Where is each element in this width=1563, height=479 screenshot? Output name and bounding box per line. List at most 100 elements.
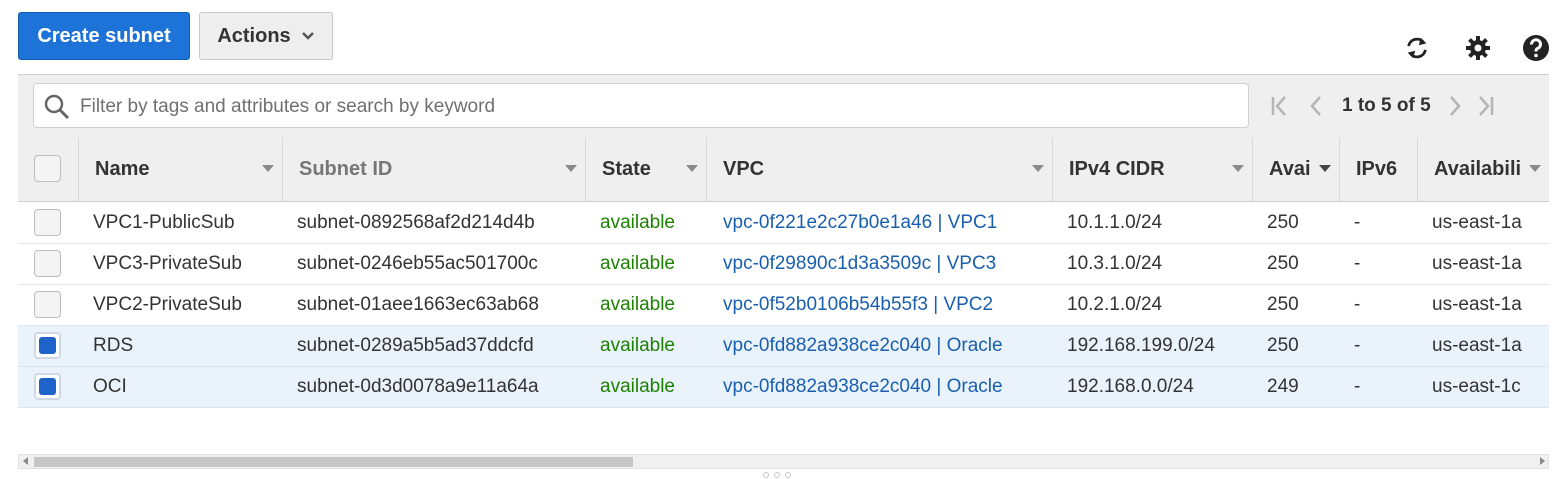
sort-caret-icon <box>1319 165 1331 172</box>
state-text: available <box>600 335 675 356</box>
table-row-selected[interactable]: OCI subnet-0d3d0078a9e11a64a available v… <box>18 367 1549 408</box>
row-checkbox-checked[interactable] <box>34 332 61 359</box>
column-label: Subnet ID <box>299 158 393 180</box>
subnet-name: VPC3-PrivateSub <box>93 253 242 274</box>
select-all-cell <box>18 138 78 201</box>
row-checkbox-checked[interactable] <box>34 373 61 400</box>
vpc-link[interactable]: vpc-0fd882a938ce2c040 | Oracle <box>723 326 1003 366</box>
availability-zone: us-east-1a <box>1432 294 1522 315</box>
state-text: available <box>600 253 675 274</box>
ipv6-cidr: - <box>1354 212 1361 233</box>
select-all-checkbox[interactable] <box>34 155 61 182</box>
ipv6-cidr: - <box>1354 294 1361 315</box>
horizontal-scrollbar[interactable] <box>18 454 1549 469</box>
help-icon[interactable] <box>1522 34 1550 62</box>
ipv4-cidr: 10.3.1.0/24 <box>1067 253 1163 274</box>
previous-page-icon[interactable] <box>1306 94 1326 118</box>
column-label: Name <box>95 158 150 180</box>
subnet-name: OCI <box>93 376 127 397</box>
chevron-down-icon <box>301 32 314 40</box>
sort-caret-icon <box>1032 165 1044 172</box>
availability-zone: us-east-1a <box>1432 335 1522 356</box>
grip-dot <box>785 472 791 478</box>
sort-caret-icon <box>262 165 274 172</box>
last-page-icon[interactable] <box>1473 94 1497 118</box>
column-header-name[interactable]: Name <box>78 138 282 201</box>
column-header-ipv6[interactable]: IPv6 <box>1339 138 1417 201</box>
column-header-subnet-id[interactable]: Subnet ID <box>282 138 585 201</box>
vpc-link[interactable]: vpc-0f52b0106b54b55f3 | VPC2 <box>723 285 993 325</box>
grip-dot <box>774 472 780 478</box>
filter-bar: 1 to 5 of 5 <box>18 75 1549 138</box>
ipv4-cidr: 10.2.1.0/24 <box>1067 294 1163 315</box>
ipv6-cidr: - <box>1354 253 1361 274</box>
scroll-right-arrow-icon[interactable] <box>1540 457 1545 465</box>
available-ips: 250 <box>1267 294 1299 315</box>
row-checkbox[interactable] <box>34 291 61 318</box>
sort-caret-icon <box>686 165 698 172</box>
state-text: available <box>600 212 675 233</box>
column-header-vpc[interactable]: VPC <box>706 138 1052 201</box>
subnet-id: subnet-0892568af2d214d4b <box>297 212 535 233</box>
column-label: Avai <box>1269 158 1311 180</box>
pagination: 1 to 5 of 5 <box>1268 83 1497 128</box>
state-text: available <box>600 376 675 397</box>
ipv4-cidr: 10.1.1.0/24 <box>1067 212 1163 233</box>
subnet-id: subnet-0d3d0078a9e11a64a <box>297 376 539 397</box>
ipv4-cidr: 192.168.199.0/24 <box>1067 335 1215 356</box>
sort-caret-icon <box>1232 165 1244 172</box>
pagination-range: 1 to 5 of 5 <box>1342 94 1431 116</box>
ipv4-cidr: 192.168.0.0/24 <box>1067 376 1194 397</box>
actions-label: Actions <box>217 24 291 47</box>
scroll-left-arrow-icon[interactable] <box>23 457 28 465</box>
column-label: Availabili <box>1434 158 1522 180</box>
column-header-availability-zone[interactable]: Availabili <box>1417 138 1549 201</box>
subnet-name: VPC1-PublicSub <box>93 212 235 233</box>
ipv6-cidr: - <box>1354 376 1361 397</box>
grip-dot <box>763 472 769 478</box>
vpc-link[interactable]: vpc-0fd882a938ce2c040 | Oracle <box>723 367 1003 407</box>
create-subnet-button[interactable]: Create subnet <box>18 12 190 60</box>
vpc-link[interactable]: vpc-0f221e2c27b0e1a46 | VPC1 <box>723 203 997 243</box>
column-label: IPv4 CIDR <box>1069 158 1165 180</box>
subnet-name: VPC2-PrivateSub <box>93 294 242 315</box>
resize-handle[interactable] <box>763 472 791 478</box>
scrollbar-thumb[interactable] <box>34 457 633 467</box>
gear-icon[interactable] <box>1464 34 1492 62</box>
available-ips: 250 <box>1267 335 1299 356</box>
search-input[interactable] <box>78 84 1242 129</box>
ipv6-cidr: - <box>1354 335 1361 356</box>
table-row[interactable]: VPC2-PrivateSub subnet-01aee1663ec63ab68… <box>18 285 1549 326</box>
subnet-id: subnet-0246eb55ac501700c <box>297 253 538 274</box>
column-header-ipv4-cidr[interactable]: IPv4 CIDR <box>1052 138 1252 201</box>
actions-dropdown-button[interactable]: Actions <box>199 12 333 60</box>
state-text: available <box>600 294 675 315</box>
first-page-icon[interactable] <box>1268 94 1292 118</box>
column-label: IPv6 <box>1356 158 1398 180</box>
refresh-icon[interactable] <box>1403 34 1431 62</box>
row-checkbox[interactable] <box>34 209 61 236</box>
row-checkbox[interactable] <box>34 250 61 277</box>
table-row[interactable]: VPC3-PrivateSub subnet-0246eb55ac501700c… <box>18 244 1549 285</box>
table-row[interactable]: VPC1-PublicSub subnet-0892568af2d214d4b … <box>18 203 1549 244</box>
column-header-state[interactable]: State <box>585 138 706 201</box>
subnet-id: subnet-0289a5b5ad37ddcfd <box>297 335 534 356</box>
sort-caret-icon <box>1529 165 1541 172</box>
subnet-id: subnet-01aee1663ec63ab68 <box>297 294 539 315</box>
search-box[interactable] <box>33 83 1249 129</box>
available-ips: 250 <box>1267 212 1299 233</box>
table-row-selected[interactable]: RDS subnet-0289a5b5ad37ddcfd available v… <box>18 326 1549 367</box>
search-icon <box>44 94 70 120</box>
available-ips: 249 <box>1267 376 1299 397</box>
vpc-link[interactable]: vpc-0f29890c1d3a3509c | VPC3 <box>723 244 996 284</box>
sort-caret-icon <box>565 165 577 172</box>
subnet-name: RDS <box>93 335 134 356</box>
subnets-table-panel: 1 to 5 of 5 Name Subnet ID State VPC IPv… <box>18 74 1549 408</box>
availability-zone: us-east-1a <box>1432 253 1522 274</box>
table-header: Name Subnet ID State VPC IPv4 CIDR Avai … <box>18 138 1549 202</box>
next-page-icon[interactable] <box>1445 94 1465 118</box>
column-label: VPC <box>723 158 765 180</box>
column-header-available-ips[interactable]: Avai <box>1252 138 1339 201</box>
availability-zone: us-east-1a <box>1432 212 1522 233</box>
availability-zone: us-east-1c <box>1432 376 1521 397</box>
